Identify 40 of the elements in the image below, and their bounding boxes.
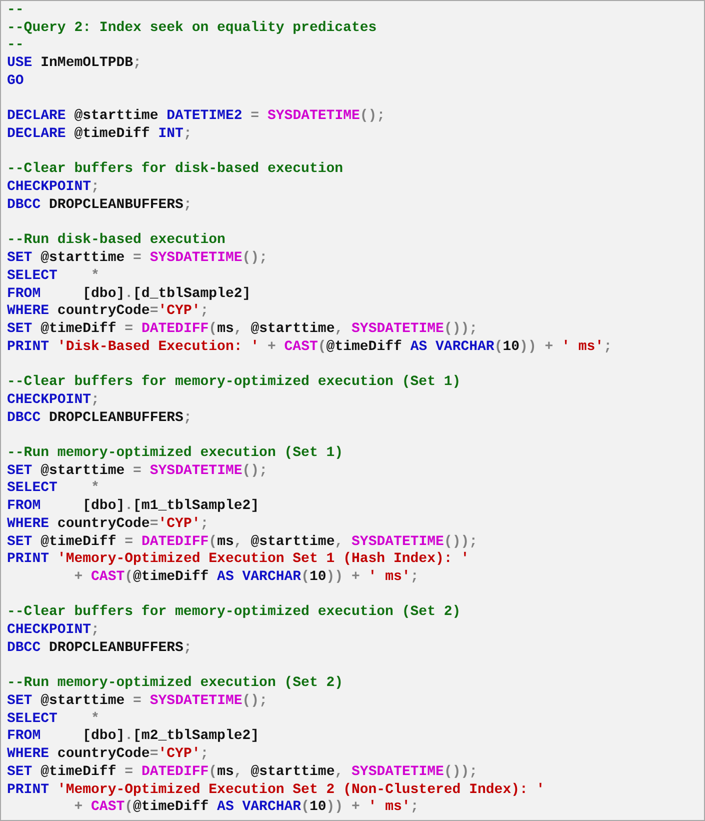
code-line: SELECT * <box>7 268 100 286</box>
code-editor[interactable] <box>0 0 705 821</box>
code-line: -- <box>7 37 24 56</box>
code-line: --Run disk-based execution <box>7 232 226 250</box>
code-line: DBCC DROPCLEANBUFFERS; <box>7 640 192 658</box>
code-line: DBCC DROPCLEANBUFFERS; <box>7 410 192 428</box>
code-line: PRINT 'Memory-Optimized Execution Set 1 (Hash Index): ' <box>7 551 470 569</box>
code-line: PRINT 'Memory-Optimized Execution Set 2 (Non-Clustered Index): ' <box>7 782 545 800</box>
code-line: --Clear buffers for disk-based execution <box>7 161 344 180</box>
code-line: CHECKPOINT; <box>7 392 100 410</box>
code-line: GO <box>7 72 24 91</box>
code-line: CHECKPOINT; <box>7 179 100 197</box>
code-line: SET @timeDiff = DATEDIFF(ms, @starttime, SYSDATETIME()); <box>7 764 478 782</box>
code-line: FROM [dbo].[d_tblSample2] <box>7 286 251 304</box>
code-line: --Query 2: Index seek on equality predicates <box>7 20 377 38</box>
code-line: --Run memory-optimized execution (Set 2) <box>7 675 344 694</box>
code-line: WHERE countryCode='CYP'; <box>7 303 209 321</box>
code-line: WHERE countryCode='CYP'; <box>7 746 209 764</box>
code-line: PRINT 'Disk-Based Execution: ' + CAST(@timeDiff AS VARCHAR(10)) + ' ms'; <box>7 338 612 356</box>
code-line: SET @starttime = SYSDATETIME(); <box>7 250 268 268</box>
code-line: SELECT * <box>7 710 100 728</box>
code-line: DECLARE @starttime DATETIME2 = SYSDATETIME(); <box>7 108 386 126</box>
code-line: --Clear buffers for memory-optimized execution (Set 2) <box>7 604 461 622</box>
code-line: USE InMemOLTPDB; <box>7 55 142 73</box>
code-line: -- <box>7 2 24 20</box>
code-line: SET @starttime = SYSDATETIME(); <box>7 462 268 480</box>
code-line: FROM [dbo].[m1_tblSample2] <box>7 498 260 516</box>
code-line: DECLARE @timeDiff INT; <box>7 126 192 144</box>
code-line: DBCC DROPCLEANBUFFERS; <box>7 196 192 215</box>
code-line: SET @starttime = SYSDATETIME(); <box>7 693 268 711</box>
code-line: FROM [dbo].[m2_tblSample2] <box>7 728 260 746</box>
code-line: SET @timeDiff = DATEDIFF(ms, @starttime, SYSDATETIME()); <box>7 534 478 552</box>
code-line: SELECT * <box>7 480 100 498</box>
code-line: + CAST(@timeDiff AS VARCHAR(10)) + ' ms'; <box>73 799 419 818</box>
code-line: + CAST(@timeDiff AS VARCHAR(10)) + ' ms'; <box>73 569 419 587</box>
code-line: CHECKPOINT; <box>7 622 100 640</box>
code-line: WHERE countryCode='CYP'; <box>7 516 209 534</box>
code-line: --Clear buffers for memory-optimized execution (Set 1) <box>7 374 461 392</box>
code-line: --Run memory-optimized execution (Set 1) <box>7 444 344 463</box>
code-line: SET @timeDiff = DATEDIFF(ms, @starttime, SYSDATETIME()); <box>7 320 478 339</box>
